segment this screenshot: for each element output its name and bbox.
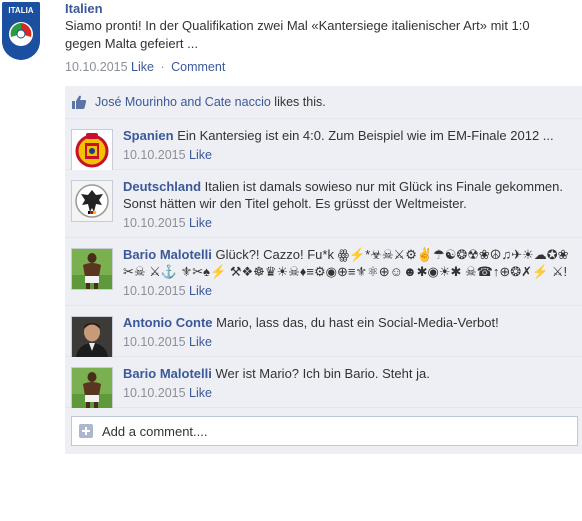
crest-lettering: ITALIA [8, 6, 33, 15]
coach-photo-icon[interactable] [71, 316, 113, 358]
comment-like-link[interactable]: Like [189, 284, 212, 298]
likes-suffix: likes this. [270, 95, 326, 109]
comment-text: Bario Malotelli Wer ist Mario? Ich bin B… [123, 365, 574, 382]
comment: Bario Malotelli Glück?! Cazzo! Fu*k ꙮ⚡*☣… [65, 238, 582, 306]
add-comment-placeholder: Add a comment.... [102, 423, 208, 439]
comment-author[interactable]: Deutschland [123, 179, 201, 194]
comment-meta: 10.10.2015 Like [123, 385, 574, 401]
comment-text: Antonio Conte Mario, lass das, du hast e… [123, 314, 574, 331]
comment-text: Spanien Ein Kantersieg ist ein 4:0. Zum … [123, 127, 574, 144]
post-text: Siamo pronti! In der Qualifikation zwei … [65, 17, 582, 53]
add-comment-row: Add a comment.... [65, 408, 582, 454]
post-text-line: Siamo pronti! In der Qualifikation zwei … [65, 18, 530, 33]
comment-body: Ein Kantersieg ist ein 4:0. Zum Beispiel… [173, 128, 554, 143]
comment: Bario Malotelli Wer ist Mario? Ich bin B… [65, 357, 582, 409]
comment-meta: 10.10.2015 Like [123, 215, 574, 231]
comment-meta: 10.10.2015 Like [123, 283, 574, 299]
likes-row: José Mourinho and Cate naccio likes this… [65, 86, 582, 119]
comment-body: Mario, lass das, du hast ein Social-Medi… [212, 315, 499, 330]
comment-author[interactable]: Bario Malotelli [123, 366, 212, 381]
likes-summary: José Mourinho and Cate naccio likes this… [95, 95, 326, 109]
germany-eagle-crest-icon[interactable] [71, 180, 113, 222]
post-date[interactable]: 10.10.2015 [65, 60, 128, 74]
comment: Deutschland Italien ist damals sowieso n… [65, 170, 582, 238]
post-text-line: gegen Malta gefeiert ... [65, 36, 198, 51]
thumbs-up-icon [72, 95, 87, 109]
comment-text: Bario Malotelli Glück?! Cazzo! Fu*k ꙮ⚡*☣… [123, 246, 574, 280]
comment-like-link[interactable]: Like [189, 335, 212, 349]
add-comment-input[interactable]: Add a comment.... [71, 416, 578, 446]
separator-dot: · [160, 60, 165, 74]
likers-link[interactable]: José Mourinho and Cate naccio [95, 95, 271, 109]
spain-football-crest-icon[interactable] [71, 129, 113, 171]
post-meta: 10.10.2015 Like · Comment [65, 59, 582, 75]
comment-date[interactable]: 10.10.2015 [123, 148, 186, 162]
comment-date[interactable]: 10.10.2015 [123, 284, 186, 298]
feedback-panel: José Mourinho and Cate naccio likes this… [65, 86, 582, 454]
comment: Antonio Conte Mario, lass das, du hast e… [65, 306, 582, 358]
comment: Spanien Ein Kantersieg ist ein 4:0. Zum … [65, 119, 582, 171]
comment-meta: 10.10.2015 Like [123, 147, 574, 163]
post: Italien Siamo pronti! In der Qualifikati… [65, 0, 582, 75]
comment-link[interactable]: Comment [171, 60, 225, 74]
comment-date[interactable]: 10.10.2015 [123, 386, 186, 400]
comment-like-link[interactable]: Like [189, 148, 212, 162]
comment-like-link[interactable]: Like [189, 386, 212, 400]
comment-body: Wer ist Mario? Ich bin Bario. Steht ja. [211, 366, 430, 381]
player-photo-icon[interactable] [71, 367, 113, 409]
plus-icon [79, 424, 93, 438]
like-link[interactable]: Like [131, 60, 154, 74]
post-author[interactable]: Italien [65, 0, 582, 17]
comment-text: Deutschland Italien ist damals sowieso n… [123, 178, 574, 212]
comment-like-link[interactable]: Like [189, 216, 212, 230]
figc-italia-crest-icon[interactable]: ITALIA [2, 2, 40, 60]
comment-author[interactable]: Antonio Conte [123, 315, 213, 330]
comment-date[interactable]: 10.10.2015 [123, 335, 186, 349]
player-photo-icon[interactable] [71, 248, 113, 290]
comment-meta: 10.10.2015 Like [123, 334, 574, 350]
comment-author[interactable]: Bario Malotelli [123, 247, 212, 262]
comment-author[interactable]: Spanien [123, 128, 174, 143]
comment-date[interactable]: 10.10.2015 [123, 216, 186, 230]
